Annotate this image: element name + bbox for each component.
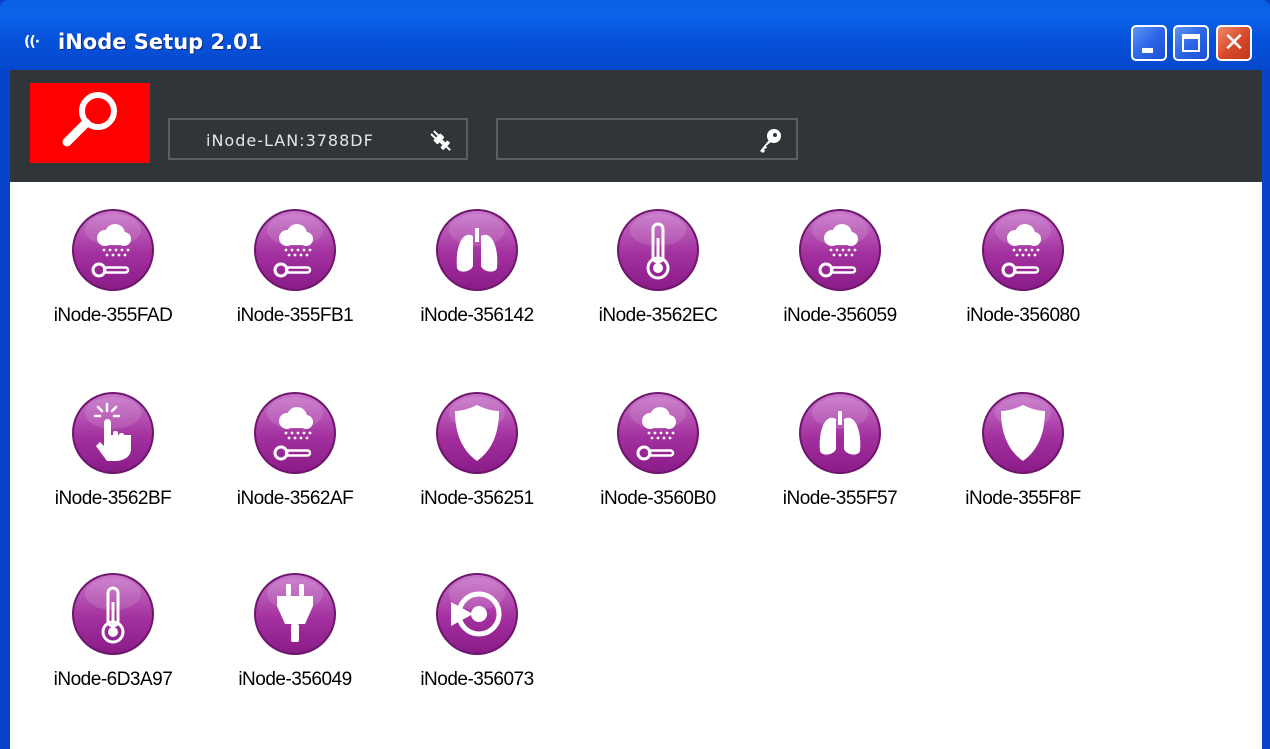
touch-icon bbox=[72, 392, 154, 474]
weather-icon bbox=[72, 209, 154, 291]
plug-icon bbox=[254, 573, 336, 655]
node-label: iNode-6D3A97 bbox=[53, 669, 173, 690]
node-item[interactable]: iNode-356142 bbox=[397, 208, 557, 358]
plug-icon[interactable] bbox=[428, 128, 454, 154]
thermometer-icon bbox=[72, 573, 154, 655]
maximize-button[interactable] bbox=[1173, 25, 1209, 61]
node-item[interactable]: iNode-3562AF bbox=[215, 391, 375, 541]
connection-label: iNode-LAN:3788DF bbox=[206, 131, 374, 150]
node-label: iNode-3562EC bbox=[598, 305, 718, 326]
node-label: iNode-3562AF bbox=[236, 488, 354, 509]
password-input[interactable] bbox=[502, 124, 746, 156]
lungs-icon bbox=[436, 209, 518, 291]
minimize-icon bbox=[1142, 48, 1153, 53]
node-icon[interactable] bbox=[981, 391, 1065, 475]
node-icon[interactable] bbox=[798, 208, 882, 292]
node-item[interactable]: iNode-356049 bbox=[215, 572, 375, 722]
node-item[interactable]: iNode-3560B0 bbox=[578, 391, 738, 541]
window-title: iNode Setup 2.01 bbox=[58, 30, 263, 54]
node-label: iNode-356080 bbox=[966, 305, 1080, 326]
node-item[interactable]: iNode-355F57 bbox=[760, 391, 920, 541]
node-item[interactable]: iNode-6D3A97 bbox=[33, 572, 193, 722]
search-button[interactable] bbox=[30, 83, 150, 163]
target-icon bbox=[436, 573, 518, 655]
node-icon[interactable] bbox=[253, 208, 337, 292]
node-label: iNode-356059 bbox=[783, 305, 897, 326]
node-icon[interactable] bbox=[981, 208, 1065, 292]
node-icon[interactable] bbox=[253, 391, 337, 475]
node-label: iNode-355F8F bbox=[965, 488, 1081, 509]
app-window: ((· iNode Setup 2.01 ✕ iNode-LAN:3788DF bbox=[0, 0, 1270, 749]
thermometer-icon bbox=[617, 209, 699, 291]
weather-icon bbox=[254, 209, 336, 291]
node-label: iNode-356073 bbox=[420, 669, 534, 690]
node-item[interactable]: iNode-356080 bbox=[943, 208, 1103, 358]
password-field[interactable] bbox=[496, 118, 798, 160]
weather-icon bbox=[254, 392, 336, 474]
weather-icon bbox=[982, 209, 1064, 291]
client-area: iNode-LAN:3788DF iNode-355FAD iNode-355F… bbox=[10, 70, 1262, 749]
toolbar: iNode-LAN:3788DF bbox=[10, 70, 1262, 182]
node-label: iNode-3562BF bbox=[54, 488, 172, 509]
node-label: iNode-356142 bbox=[420, 305, 534, 326]
node-item[interactable]: iNode-356251 bbox=[397, 391, 557, 541]
node-item[interactable]: iNode-355F8F bbox=[943, 391, 1103, 541]
node-label: iNode-355FAD bbox=[53, 305, 173, 326]
node-icon[interactable] bbox=[798, 391, 882, 475]
node-item[interactable]: iNode-3562BF bbox=[33, 391, 193, 541]
node-item[interactable]: iNode-356059 bbox=[760, 208, 920, 358]
weather-icon bbox=[617, 392, 699, 474]
node-icon[interactable] bbox=[616, 391, 700, 475]
node-label: iNode-355FB1 bbox=[236, 305, 354, 326]
node-label: iNode-356049 bbox=[238, 669, 352, 690]
node-label: iNode-355F57 bbox=[782, 488, 898, 509]
node-item[interactable]: iNode-355FB1 bbox=[215, 208, 375, 358]
node-item[interactable]: iNode-355FAD bbox=[33, 208, 193, 358]
node-item[interactable]: iNode-3562EC bbox=[578, 208, 738, 358]
node-icon[interactable] bbox=[435, 572, 519, 656]
node-icon[interactable] bbox=[435, 208, 519, 292]
key-icon bbox=[760, 129, 781, 153]
node-icon[interactable] bbox=[435, 391, 519, 475]
minimize-button[interactable] bbox=[1131, 25, 1167, 61]
connection-selector[interactable]: iNode-LAN:3788DF bbox=[168, 118, 468, 160]
title-bar[interactable]: ((· iNode Setup 2.01 ✕ bbox=[0, 0, 1270, 70]
node-icon[interactable] bbox=[71, 391, 155, 475]
shield-icon bbox=[436, 392, 518, 474]
search-icon bbox=[62, 92, 117, 147]
node-label: iNode-356251 bbox=[420, 488, 534, 509]
close-button[interactable]: ✕ bbox=[1216, 25, 1252, 61]
node-icon[interactable] bbox=[71, 208, 155, 292]
weather-icon bbox=[799, 209, 881, 291]
shield-icon bbox=[982, 392, 1064, 474]
node-grid: iNode-355FAD iNode-355FB1 iNode-356142 iNod… bbox=[10, 182, 1262, 749]
node-icon[interactable] bbox=[253, 572, 337, 656]
node-label: iNode-3560B0 bbox=[600, 488, 716, 509]
node-icon[interactable] bbox=[71, 572, 155, 656]
close-icon: ✕ bbox=[1223, 28, 1245, 58]
wireless-app-icon: ((· bbox=[24, 34, 40, 50]
lungs-icon bbox=[799, 392, 881, 474]
node-item[interactable]: iNode-356073 bbox=[397, 572, 557, 722]
maximize-icon bbox=[1182, 34, 1200, 52]
node-icon[interactable] bbox=[616, 208, 700, 292]
